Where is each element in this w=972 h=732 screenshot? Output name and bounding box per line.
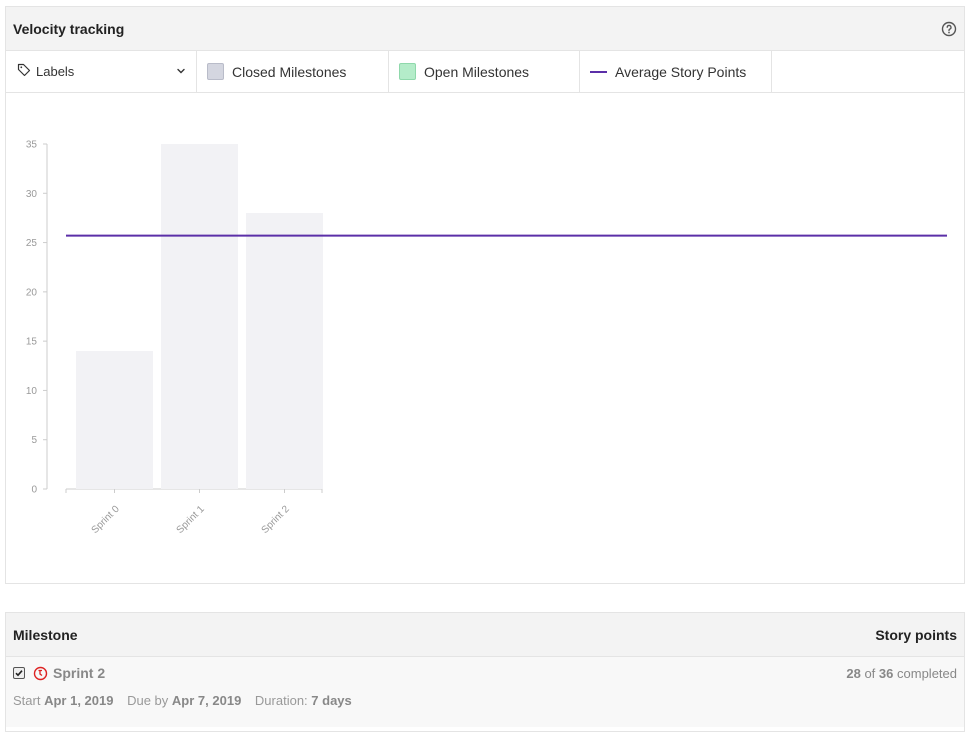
table-header: Milestone Story points <box>6 613 964 657</box>
velocity-chart: 0 5 10 15 20 25 30 35 Sprint 0 Sprint 1 Sprint 2 <box>6 95 964 583</box>
points-total: 36 <box>878 666 894 681</box>
points-completed: completed <box>897 666 957 681</box>
open-swatch <box>399 63 416 80</box>
velocity-panel: Velocity tracking Labels Closed Mileston… <box>5 6 965 584</box>
duration-value: 7 days <box>311 693 352 708</box>
col-milestone: Milestone <box>13 626 78 643</box>
tag-icon <box>17 63 31 80</box>
legend-closed-milestones[interactable]: Closed Milestones <box>197 51 389 92</box>
y-tick-label: 15 <box>26 337 38 348</box>
due-label: Due by <box>127 693 169 708</box>
chart-svg: 0 5 10 15 20 25 30 35 Sprint 0 Sprint 1 Sprint 2 <box>26 140 947 536</box>
milestone-dates: Start Apr 1, 2019 Due by Apr 7, 2019 Dur… <box>13 693 352 708</box>
start-date: Apr 1, 2019 <box>44 693 114 708</box>
bar-sprint-1 <box>161 144 238 489</box>
y-tick-label: 25 <box>26 238 38 249</box>
bar-sprint-2 <box>246 213 323 489</box>
help-icon[interactable] <box>941 21 957 37</box>
y-tick-label: 10 <box>26 386 38 397</box>
milestone-table: Milestone Story points Sprint 2 28 of 36… <box>5 612 965 732</box>
y-tick-label: 0 <box>31 485 37 496</box>
legend-closed-label: Closed Milestones <box>232 63 347 80</box>
start-label: Start <box>13 693 41 708</box>
duration-label: Duration: <box>254 693 308 708</box>
x-tick-label: Sprint 0 <box>90 504 122 536</box>
chevron-down-icon <box>176 64 186 79</box>
closed-swatch <box>207 63 224 80</box>
table-row[interactable]: Sprint 2 28 of 36 completed Start Apr 1,… <box>6 657 964 727</box>
legend-average-story-points[interactable]: Average Story Points <box>580 51 772 92</box>
col-story-points: Story points <box>875 626 957 643</box>
y-tick-label: 20 <box>26 287 38 298</box>
bar-sprint-0 <box>76 351 153 489</box>
labels-dropdown[interactable]: Labels <box>6 51 197 92</box>
due-date: Apr 7, 2019 <box>171 693 242 708</box>
story-points-summary: 28 of 36 completed <box>846 666 957 681</box>
milestone-overdue-icon <box>33 666 48 681</box>
y-tick-label: 30 <box>26 189 38 200</box>
panel-header: Velocity tracking <box>6 7 964 51</box>
milestone-checkbox[interactable] <box>13 667 25 679</box>
panel-title: Velocity tracking <box>13 20 125 37</box>
x-tick-label: Sprint 1 <box>175 504 207 536</box>
legend-open-milestones[interactable]: Open Milestones <box>389 51 580 92</box>
y-tick-label: 35 <box>26 140 38 151</box>
legend-open-label: Open Milestones <box>424 63 530 80</box>
x-tick-label: Sprint 2 <box>260 504 292 536</box>
points-done: 28 <box>846 666 861 681</box>
y-tick-label: 5 <box>31 435 37 446</box>
points-of: of <box>864 666 876 681</box>
average-swatch <box>590 70 607 73</box>
milestone-name[interactable]: Sprint 2 <box>53 665 105 681</box>
legend-average-label: Average Story Points <box>615 63 747 80</box>
labels-dropdown-label: Labels <box>36 64 75 79</box>
legend-bar: Labels Closed Milestones Open Milestones… <box>6 51 964 93</box>
